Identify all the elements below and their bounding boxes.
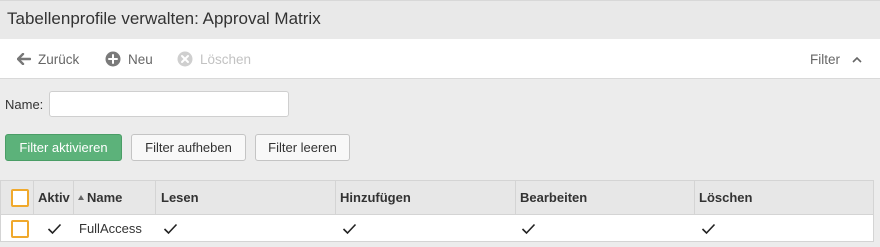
new-label: Neu [128,51,153,67]
back-label: Zurück [38,51,80,67]
column-header-lesen-label: Lesen [161,190,199,205]
column-divider [73,181,74,214]
check-icon [342,216,357,241]
row-name: FullAccess [79,221,142,236]
delete-button[interactable]: Löschen [177,39,251,79]
x-circle-icon [177,51,193,67]
title-bar: Tabellenprofile verwalten: Approval Matr… [0,0,880,39]
name-filter-input[interactable] [49,91,289,117]
name-label: Name: [5,97,44,112]
filter-toggle-label: Filter [810,51,840,67]
check-icon [521,216,536,241]
row-select-checkbox[interactable] [11,219,29,238]
column-header-loeschen[interactable]: Löschen [699,181,752,214]
check-icon [47,216,62,241]
column-header-bearbeiten-label: Bearbeiten [520,190,588,205]
column-header-hinzufuegen[interactable]: Hinzufügen [340,181,411,214]
column-divider [155,181,156,214]
back-button[interactable]: Zurück [17,39,79,79]
column-header-lesen[interactable]: Lesen [161,181,199,214]
new-button[interactable]: Neu [105,39,153,79]
delete-label: Löschen [200,51,252,67]
row-name-cell: FullAccess [79,216,142,241]
column-header-loeschen-label: Löschen [699,190,753,205]
activate-filter-button[interactable]: Filter aktivieren [5,134,122,161]
profiles-table: Aktiv Name Lesen Hinzufügen Bearbeiten L… [0,180,874,242]
column-header-name[interactable]: Name [78,181,122,214]
column-header-aktiv[interactable]: Aktiv [38,181,70,214]
check-icon [701,216,716,241]
check-icon [163,216,178,241]
column-header-hinzufuegen-label: Hinzufügen [340,190,411,205]
column-divider [515,181,516,214]
remove-filter-button[interactable]: Filter aufheben [131,134,246,161]
column-header-aktiv-label: Aktiv [38,190,70,205]
toolbar: Zurück Neu Löschen Filter [0,39,880,79]
row-checkbox-cell [11,216,29,241]
sort-asc-icon [78,195,84,200]
column-header-bearbeiten[interactable]: Bearbeiten [520,181,587,214]
chevron-up-icon [852,56,862,63]
arrow-left-icon [17,53,31,65]
clear-filter-button[interactable]: Filter leeren [255,134,350,161]
column-divider [33,181,34,214]
page-title: Tabellenprofile verwalten: Approval Matr… [7,9,321,28]
select-all-checkbox-cell [11,181,29,214]
column-header-name-label: Name [87,190,123,205]
select-all-checkbox[interactable] [11,188,29,207]
column-divider [694,181,695,214]
filter-toggle-button[interactable]: Filter [810,39,862,79]
filter-panel: Name: Filter aktivieren Filter aufheben … [0,80,880,180]
column-divider [335,181,336,214]
plus-circle-icon [105,51,121,67]
table-row[interactable]: FullAccess [1,216,873,241]
table-header: Aktiv Name Lesen Hinzufügen Bearbeiten L… [1,181,873,215]
